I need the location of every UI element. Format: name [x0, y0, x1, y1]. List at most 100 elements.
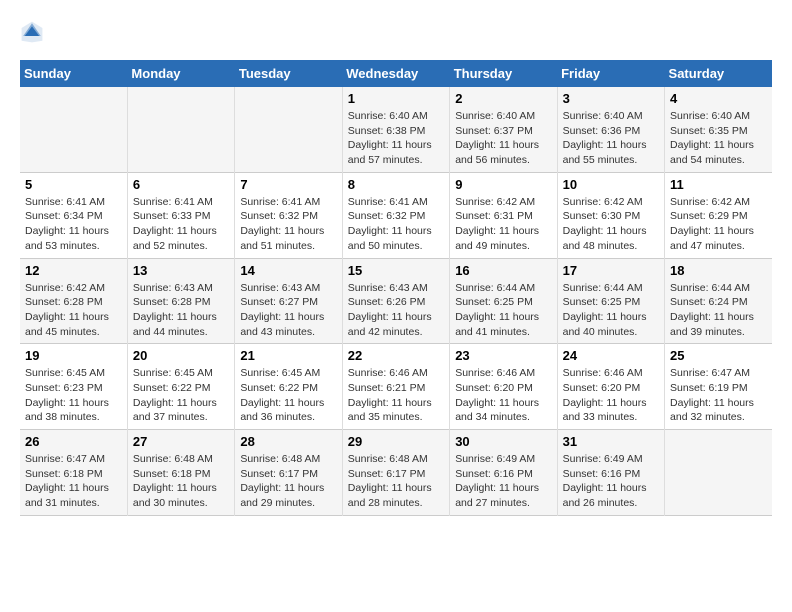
- day-cell: 26 Sunrise: 6:47 AM Sunset: 6:18 PM Dayli…: [20, 430, 127, 516]
- day-info: Sunrise: 6:43 AM Sunset: 6:26 PM Dayligh…: [348, 281, 444, 340]
- day-number: 12: [25, 263, 122, 278]
- day-info: Sunrise: 6:45 AM Sunset: 6:22 PM Dayligh…: [240, 366, 336, 425]
- day-cell: 11 Sunrise: 6:42 AM Sunset: 6:29 PM Dayli…: [665, 172, 772, 258]
- day-number: 28: [240, 434, 336, 449]
- day-cell: 27Sunrise: 6:48 AM Sunset: 6:18 PM Dayli…: [127, 430, 234, 516]
- day-cell: 12 Sunrise: 6:42 AM Sunset: 6:28 PM Dayli…: [20, 258, 127, 344]
- day-info: Sunrise: 6:40 AM Sunset: 6:38 PM Dayligh…: [348, 109, 444, 168]
- day-cell: 8Sunrise: 6:41 AM Sunset: 6:32 PM Daylig…: [342, 172, 449, 258]
- day-number: 22: [348, 348, 444, 363]
- day-cell: 6 Sunrise: 6:41 AM Sunset: 6:33 PM Daylig…: [127, 172, 234, 258]
- day-number: 23: [455, 348, 551, 363]
- day-number: 10: [563, 177, 659, 192]
- day-number: 26: [25, 434, 122, 449]
- day-info: Sunrise: 6:40 AM Sunset: 6:37 PM Dayligh…: [455, 109, 551, 168]
- day-number: 13: [133, 263, 229, 278]
- week-row-2: 5Sunrise: 6:41 AM Sunset: 6:34 PM Daylig…: [20, 172, 772, 258]
- day-info: Sunrise: 6:47 AM Sunset: 6:18 PM Dayligh…: [25, 452, 122, 511]
- day-info: Sunrise: 6:46 AM Sunset: 6:20 PM Dayligh…: [563, 366, 659, 425]
- day-cell: 28 Sunrise: 6:48 AM Sunset: 6:17 PM Dayli…: [235, 430, 342, 516]
- day-number: 15: [348, 263, 444, 278]
- day-cell: 9 Sunrise: 6:42 AM Sunset: 6:31 PM Daylig…: [450, 172, 557, 258]
- day-info: Sunrise: 6:48 AM Sunset: 6:18 PM Dayligh…: [133, 452, 229, 511]
- day-cell: 13 Sunrise: 6:43 AM Sunset: 6:28 PM Dayli…: [127, 258, 234, 344]
- day-info: Sunrise: 6:41 AM Sunset: 6:34 PM Dayligh…: [25, 195, 122, 254]
- day-cell: 29 Sunrise: 6:48 AM Sunset: 6:17 PM Dayli…: [342, 430, 449, 516]
- day-number: 9: [455, 177, 551, 192]
- day-info: Sunrise: 6:44 AM Sunset: 6:25 PM Dayligh…: [455, 281, 551, 340]
- day-cell: 24 Sunrise: 6:46 AM Sunset: 6:20 PM Dayli…: [557, 344, 664, 430]
- week-row-5: 26 Sunrise: 6:47 AM Sunset: 6:18 PM Dayli…: [20, 430, 772, 516]
- day-info: Sunrise: 6:49 AM Sunset: 6:16 PM Dayligh…: [455, 452, 551, 511]
- day-number: 18: [670, 263, 767, 278]
- day-number: 30: [455, 434, 551, 449]
- weekday-header-row: SundayMondayTuesdayWednesdayThursdayFrid…: [20, 60, 772, 87]
- day-info: Sunrise: 6:42 AM Sunset: 6:28 PM Dayligh…: [25, 281, 122, 340]
- day-number: 21: [240, 348, 336, 363]
- day-number: 24: [563, 348, 659, 363]
- day-cell: 20Sunrise: 6:45 AM Sunset: 6:22 PM Dayli…: [127, 344, 234, 430]
- day-info: Sunrise: 6:42 AM Sunset: 6:31 PM Dayligh…: [455, 195, 551, 254]
- day-number: 17: [563, 263, 659, 278]
- day-info: Sunrise: 6:42 AM Sunset: 6:30 PM Dayligh…: [563, 195, 659, 254]
- weekday-header-sunday: Sunday: [20, 60, 127, 87]
- day-info: Sunrise: 6:42 AM Sunset: 6:29 PM Dayligh…: [670, 195, 767, 254]
- day-number: 14: [240, 263, 336, 278]
- day-info: Sunrise: 6:47 AM Sunset: 6:19 PM Dayligh…: [670, 366, 767, 425]
- day-cell: 15 Sunrise: 6:43 AM Sunset: 6:26 PM Dayli…: [342, 258, 449, 344]
- day-cell: [127, 87, 234, 172]
- day-number: 4: [670, 91, 767, 106]
- weekday-header-friday: Friday: [557, 60, 664, 87]
- day-cell: 31Sunrise: 6:49 AM Sunset: 6:16 PM Dayli…: [557, 430, 664, 516]
- day-cell: 23Sunrise: 6:46 AM Sunset: 6:20 PM Dayli…: [450, 344, 557, 430]
- day-cell: 17 Sunrise: 6:44 AM Sunset: 6:25 PM Dayli…: [557, 258, 664, 344]
- day-cell: 2 Sunrise: 6:40 AM Sunset: 6:37 PM Daylig…: [450, 87, 557, 172]
- weekday-header-monday: Monday: [127, 60, 234, 87]
- day-number: 16: [455, 263, 551, 278]
- day-cell: 22 Sunrise: 6:46 AM Sunset: 6:21 PM Dayli…: [342, 344, 449, 430]
- weekday-header-tuesday: Tuesday: [235, 60, 342, 87]
- day-info: Sunrise: 6:43 AM Sunset: 6:27 PM Dayligh…: [240, 281, 336, 340]
- day-info: Sunrise: 6:45 AM Sunset: 6:23 PM Dayligh…: [25, 366, 122, 425]
- weekday-header-saturday: Saturday: [665, 60, 772, 87]
- day-info: Sunrise: 6:45 AM Sunset: 6:22 PM Dayligh…: [133, 366, 229, 425]
- day-number: 29: [348, 434, 444, 449]
- day-cell: 16 Sunrise: 6:44 AM Sunset: 6:25 PM Dayli…: [450, 258, 557, 344]
- weekday-header-thursday: Thursday: [450, 60, 557, 87]
- day-cell: 25Sunrise: 6:47 AM Sunset: 6:19 PM Dayli…: [665, 344, 772, 430]
- day-cell: 14 Sunrise: 6:43 AM Sunset: 6:27 PM Dayli…: [235, 258, 342, 344]
- page-header: [20, 20, 772, 44]
- day-cell: 19Sunrise: 6:45 AM Sunset: 6:23 PM Dayli…: [20, 344, 127, 430]
- day-info: Sunrise: 6:44 AM Sunset: 6:24 PM Dayligh…: [670, 281, 767, 340]
- day-cell: 3 Sunrise: 6:40 AM Sunset: 6:36 PM Daylig…: [557, 87, 664, 172]
- day-number: 31: [563, 434, 659, 449]
- day-cell: 10 Sunrise: 6:42 AM Sunset: 6:30 PM Dayli…: [557, 172, 664, 258]
- day-cell: 18 Sunrise: 6:44 AM Sunset: 6:24 PM Dayli…: [665, 258, 772, 344]
- day-cell: [20, 87, 127, 172]
- day-info: Sunrise: 6:48 AM Sunset: 6:17 PM Dayligh…: [240, 452, 336, 511]
- day-info: Sunrise: 6:41 AM Sunset: 6:33 PM Dayligh…: [133, 195, 229, 254]
- week-row-1: 1Sunrise: 6:40 AM Sunset: 6:38 PM Daylig…: [20, 87, 772, 172]
- day-info: Sunrise: 6:43 AM Sunset: 6:28 PM Dayligh…: [133, 281, 229, 340]
- day-number: 2: [455, 91, 551, 106]
- day-info: Sunrise: 6:44 AM Sunset: 6:25 PM Dayligh…: [563, 281, 659, 340]
- day-info: Sunrise: 6:48 AM Sunset: 6:17 PM Dayligh…: [348, 452, 444, 511]
- weekday-header-wednesday: Wednesday: [342, 60, 449, 87]
- day-info: Sunrise: 6:46 AM Sunset: 6:21 PM Dayligh…: [348, 366, 444, 425]
- day-number: 7: [240, 177, 336, 192]
- day-cell: [235, 87, 342, 172]
- week-row-3: 12 Sunrise: 6:42 AM Sunset: 6:28 PM Dayli…: [20, 258, 772, 344]
- day-number: 8: [348, 177, 444, 192]
- day-cell: 5Sunrise: 6:41 AM Sunset: 6:34 PM Daylig…: [20, 172, 127, 258]
- day-info: Sunrise: 6:40 AM Sunset: 6:36 PM Dayligh…: [563, 109, 659, 168]
- day-info: Sunrise: 6:41 AM Sunset: 6:32 PM Dayligh…: [240, 195, 336, 254]
- day-number: 6: [133, 177, 229, 192]
- day-cell: [665, 430, 772, 516]
- day-cell: 4 Sunrise: 6:40 AM Sunset: 6:35 PM Daylig…: [665, 87, 772, 172]
- day-cell: 21 Sunrise: 6:45 AM Sunset: 6:22 PM Dayli…: [235, 344, 342, 430]
- day-number: 11: [670, 177, 767, 192]
- day-cell: 1Sunrise: 6:40 AM Sunset: 6:38 PM Daylig…: [342, 87, 449, 172]
- week-row-4: 19Sunrise: 6:45 AM Sunset: 6:23 PM Dayli…: [20, 344, 772, 430]
- day-number: 3: [563, 91, 659, 106]
- day-info: Sunrise: 6:40 AM Sunset: 6:35 PM Dayligh…: [670, 109, 767, 168]
